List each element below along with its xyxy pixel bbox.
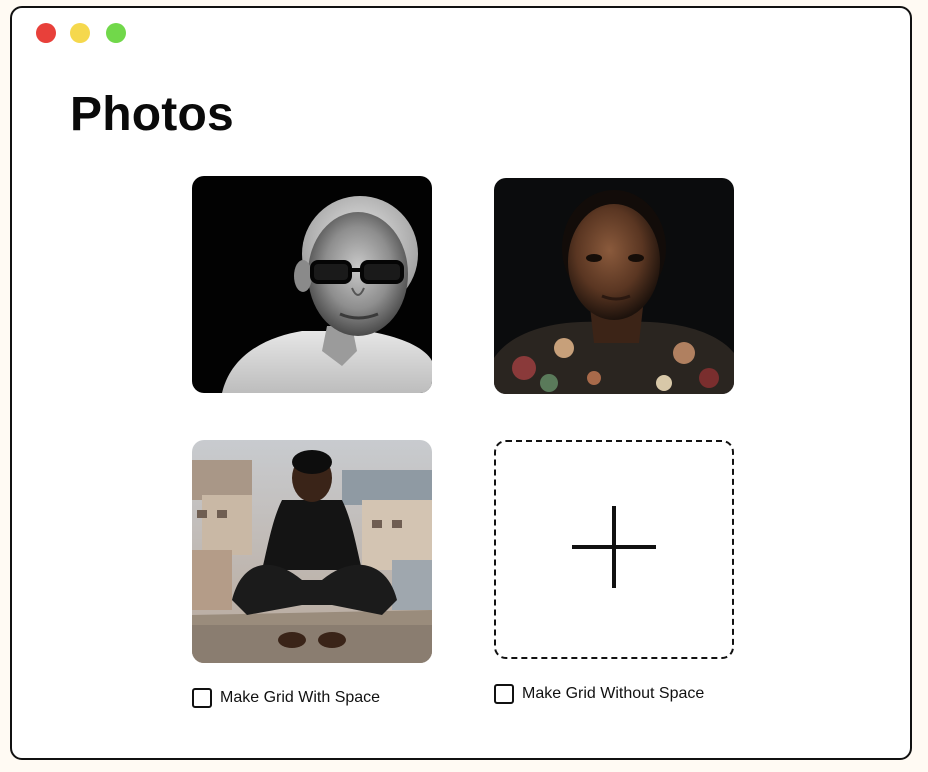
make-grid-without-space-checkbox[interactable] [494,684,514,704]
photo-tile-2[interactable] [494,178,734,394]
add-photo-tile[interactable] [494,440,734,659]
page-title: Photos [70,88,234,141]
close-window-button[interactable] [36,23,56,43]
maximize-window-button[interactable] [106,23,126,43]
minimize-window-button[interactable] [70,23,90,43]
photo-tile-3[interactable] [192,440,432,663]
photo-image-3 [192,440,432,663]
make-grid-with-space-checkbox[interactable] [192,688,212,708]
make-grid-without-space-option[interactable]: Make Grid Without Space [494,684,704,704]
photo-image-2 [494,178,734,394]
make-grid-with-space-option[interactable]: Make Grid With Space [192,688,380,708]
make-grid-with-space-label: Make Grid With Space [220,689,381,706]
make-grid-without-space-label: Make Grid Without Space [522,685,705,702]
photo-image-1 [192,176,432,393]
app-window: Photos Make Grid With Space Make Grid Wi… [10,6,912,760]
photo-tile-1[interactable] [192,176,432,393]
